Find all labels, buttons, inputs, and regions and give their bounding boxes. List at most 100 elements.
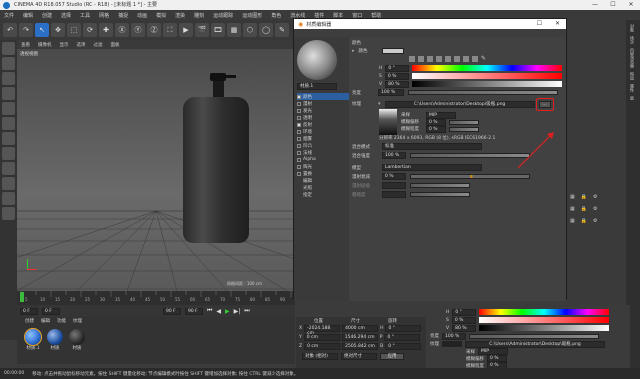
settings-icon[interactable]: ⚙ [593,206,597,212]
points-mode-icon[interactable] [2,102,15,115]
menu-motion-tracker[interactable]: 运动跟踪 [213,12,233,19]
channel-environment[interactable]: 环境 [297,128,349,135]
perspective-viewport[interactable]: 透视视图 网格间距 : 100 cm [17,49,295,291]
tab-takes[interactable]: 场次 [629,36,635,44]
current-frame-field[interactable]: 0 F [42,307,60,315]
blur-offset-slider[interactable] [449,119,479,125]
prev-frame-icon[interactable]: ◀ [216,308,221,315]
texture-thumbnail[interactable] [379,109,397,135]
channel-transparency[interactable]: 透明 [297,114,349,121]
spectrum-icon[interactable] [418,55,424,62]
mix-strength-slider[interactable] [410,153,530,158]
material-slot[interactable]: 材质.1 [24,328,42,351]
menu-snap[interactable]: 捕捉 [118,12,128,19]
cube-icon[interactable]: ▦ [227,23,241,37]
tab-attributes[interactable]: 属性 [629,84,635,92]
menu-mograph[interactable]: 运动图形 [242,12,262,19]
tweak-icon[interactable] [2,162,15,175]
channel-bump[interactable]: 凹凸 [297,142,349,149]
h-field[interactable]: 0 ° [385,64,410,72]
texture-menu-arrow-icon[interactable]: ▾ [378,101,381,107]
viewport-menu-camera[interactable]: 摄像机 [38,42,52,48]
viewport-menu-filter[interactable]: 过滤 [94,42,103,48]
redo-icon[interactable]: ↷ [19,23,33,37]
spline-icon[interactable]: ◯ [259,23,273,37]
channel-assignment[interactable]: 指定 [297,191,349,198]
channel-color[interactable]: 颜色 [297,93,349,100]
render-picture-viewer-icon[interactable]: 🎬 [195,23,209,37]
timeline-playhead[interactable] [20,292,24,302]
render-settings-icon[interactable]: 🎞 [211,23,225,37]
color-swatch[interactable] [381,47,404,54]
attr-hue-slider[interactable] [479,309,610,315]
pos-y-field[interactable]: 0 cm [303,334,340,341]
pos-z-field[interactable]: 0 cm [304,343,341,350]
value-slider[interactable] [412,81,563,87]
rot-p-field[interactable]: 0 ° [384,334,421,341]
rot-b-field[interactable]: 0 ° [385,343,422,350]
swatches-icon[interactable] [472,55,478,62]
mix-strength-field[interactable]: 100 % [382,152,406,159]
select-tool-icon[interactable]: ↖ [35,23,49,37]
blur-scale-slider[interactable] [449,126,479,132]
x-axis-icon[interactable]: Ⓧ [115,23,129,37]
lock-icon[interactable]: 🔒 [581,206,587,212]
size-z-field[interactable]: 2505.842 cm [342,343,379,350]
tab-content-browser[interactable]: 内容浏览器 [629,48,635,68]
snap-icon[interactable] [2,177,15,190]
coord-mode-select[interactable]: 对象 (相对) [302,352,338,360]
saturation-slider[interactable] [411,73,562,79]
channel-reflectance[interactable]: 反射 [297,121,349,128]
menu-tools[interactable]: 工具 [80,12,90,19]
viewport-menu-panel[interactable]: 面板 [111,42,120,48]
grid-icon[interactable] [2,207,15,220]
model-mode-icon[interactable] [2,57,15,70]
attr-brightness-field[interactable]: 100 % [442,332,466,340]
settings-icon[interactable]: ⚙ [593,194,597,200]
channel-editor[interactable]: 编辑 [297,177,349,184]
menu-sculpt[interactable]: 雕刻 [194,12,204,19]
channel-illumination[interactable]: 光照 [297,184,349,191]
last-frame-icon[interactable]: ⏭ [244,307,249,315]
mat-menu-create[interactable]: 创建 [25,318,34,324]
texture-mode-icon[interactable] [2,72,15,85]
channel-normal[interactable]: 法线 [297,149,349,156]
cube-icon[interactable]: ▦ [570,206,575,212]
apply-button[interactable]: 应用 [380,352,404,360]
edges-mode-icon[interactable] [2,117,15,130]
channel-fog[interactable]: 烟雾 [297,135,349,142]
mix-mode-select[interactable]: 标准 [382,143,482,150]
menu-animate[interactable]: 动画 [137,12,147,19]
hsv-icon[interactable] [445,55,451,62]
menu-mesh[interactable]: 网格 [99,12,109,19]
menu-file[interactable]: 文件 [4,12,14,19]
menu-edit[interactable]: 编辑 [23,12,33,19]
diffuse-falloff-field[interactable]: 0 % [382,173,406,180]
coord-system-icon[interactable]: ⛶ [163,23,177,37]
attr-sat-slider[interactable] [478,317,609,323]
viewport-menu-display[interactable]: 显示 [60,42,69,48]
diffuse-falloff-slider[interactable] [410,174,530,179]
menu-simulate[interactable]: 模拟 [156,12,166,19]
move-tool-icon[interactable]: ✥ [51,23,65,37]
lock-icon[interactable] [2,192,15,205]
rotate-tool-icon[interactable]: ⟳ [83,23,97,37]
viewport-menu-view[interactable]: 查看 [21,42,30,48]
attr-h-field[interactable]: 0 ° [452,308,477,316]
mat-menu-texture[interactable]: 纹理 [73,318,82,324]
attr-v-field[interactable]: 80 % [452,324,477,332]
channel-displacement[interactable]: 置换 [297,170,349,177]
material-slot[interactable]: 材质 [47,329,63,351]
channel-diffusion[interactable]: 漫射 [297,100,349,107]
v-field[interactable]: 80 % [385,80,410,88]
render-view-icon[interactable]: ▶ [179,23,193,37]
size-mode-select[interactable]: 绝对尺寸 [341,352,377,360]
undo-icon[interactable]: ↶ [3,23,17,37]
material-preview[interactable] [297,40,337,80]
dialog-close-button[interactable]: ✕ [555,20,560,27]
menu-select[interactable]: 选择 [61,12,71,19]
attr-texture-path-field[interactable]: C:\Users\Administrator\Desktop\吸瓶.png [465,340,605,348]
preview-end-field[interactable]: 90 F [185,307,203,315]
color-wheel-icon[interactable] [409,55,415,62]
minimize-button[interactable]: — [586,0,604,10]
